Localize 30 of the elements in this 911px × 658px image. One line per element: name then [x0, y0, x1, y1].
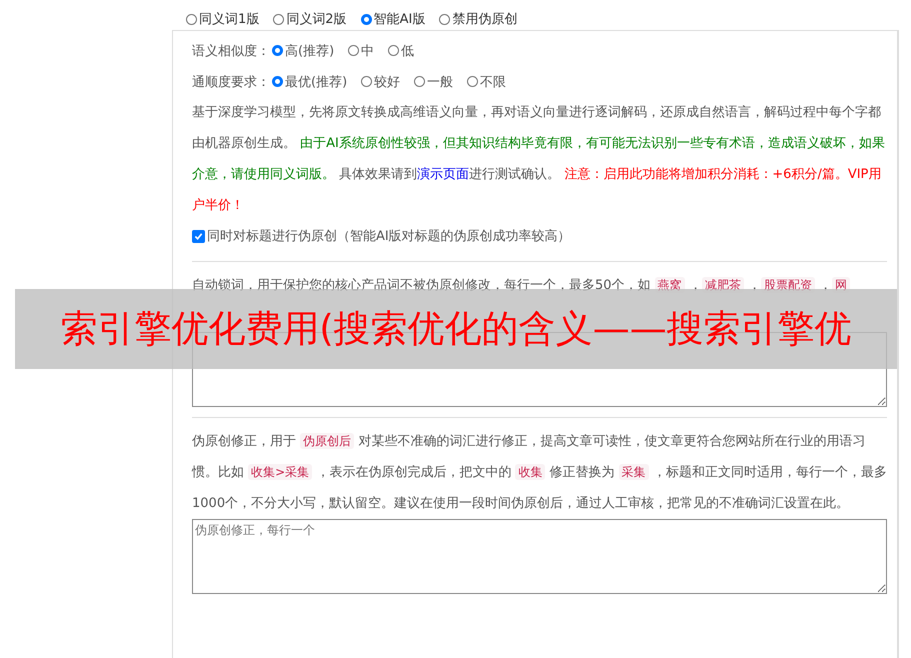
radio-button[interactable]: [467, 76, 478, 87]
option-label: 通顺度要求：: [192, 74, 270, 90]
radio-label: 较好: [374, 74, 400, 90]
radio-button[interactable]: [272, 45, 283, 56]
radio-label: 一般: [427, 74, 454, 90]
description-text: 基于深度学习模型，先将原文转换成高维语义向量，再对语义向量进行逐词解码，还原成自然语言，解码过程中每个字都由机器原创生成。 由于AI系统原创性较强，但其知识结构毕竟有限，有可能无法识别一些专有术语，造成语义破坏，如果介意，请使用同义词版。 具体效果请到演示页面进行测试确认。 注意：启用此功能将增加积分消耗：+6积分/篇。VIP用户半价！: [192, 104, 886, 215]
correction-field[interactable]: 伪原创修正，每行一个: [192, 519, 887, 594]
demo-link[interactable]: 演示页面: [417, 167, 470, 182]
radio-label: 同义词1版: [199, 11, 260, 28]
radio-label: 智能AI版: [374, 11, 426, 28]
radio-label: 同义词2版: [286, 11, 347, 28]
radio-button[interactable]: [348, 45, 360, 56]
radio-label: 低: [401, 42, 414, 60]
radio-button[interactable]: [439, 14, 450, 24]
option-label: 语义相似度：: [192, 42, 270, 60]
radio-button[interactable]: [414, 76, 426, 87]
radio-button[interactable]: [388, 45, 400, 56]
radio-button[interactable]: [273, 14, 284, 24]
radio-button[interactable]: [272, 76, 283, 87]
radio-label: 高(推荐): [285, 42, 334, 60]
checkbox-label: 同时对标题进行伪原创（智能AI版对标题的伪原创成功率较高）: [207, 228, 571, 245]
radio-button[interactable]: [186, 14, 197, 24]
checkbox[interactable]: [192, 230, 205, 242]
correction-text: 伪原创修正，用于 伪原创后 对某些不准确的词汇进行修正，提高文章可读性，使文章更符合您网站所在行业的用语习惯。比如 收集>采集 ，表示在伪原创完成后，把文中的 收集 修正替换为 采集 ，标题和正文同时适用，每行一个，最多1000个，不分大小写，默认留空。建议在使用一段时间伪原创后，通过人工审核，把常见的不准确词汇设置在此。: [192, 432, 887, 513]
radio-label: 中: [361, 42, 374, 60]
radio-label: 最优(推荐): [285, 74, 348, 90]
radio-button[interactable]: [360, 14, 372, 24]
radio-label: 不限: [480, 74, 506, 90]
radio-label: 禁用伪原创: [452, 11, 518, 28]
radio-button[interactable]: [361, 76, 372, 87]
